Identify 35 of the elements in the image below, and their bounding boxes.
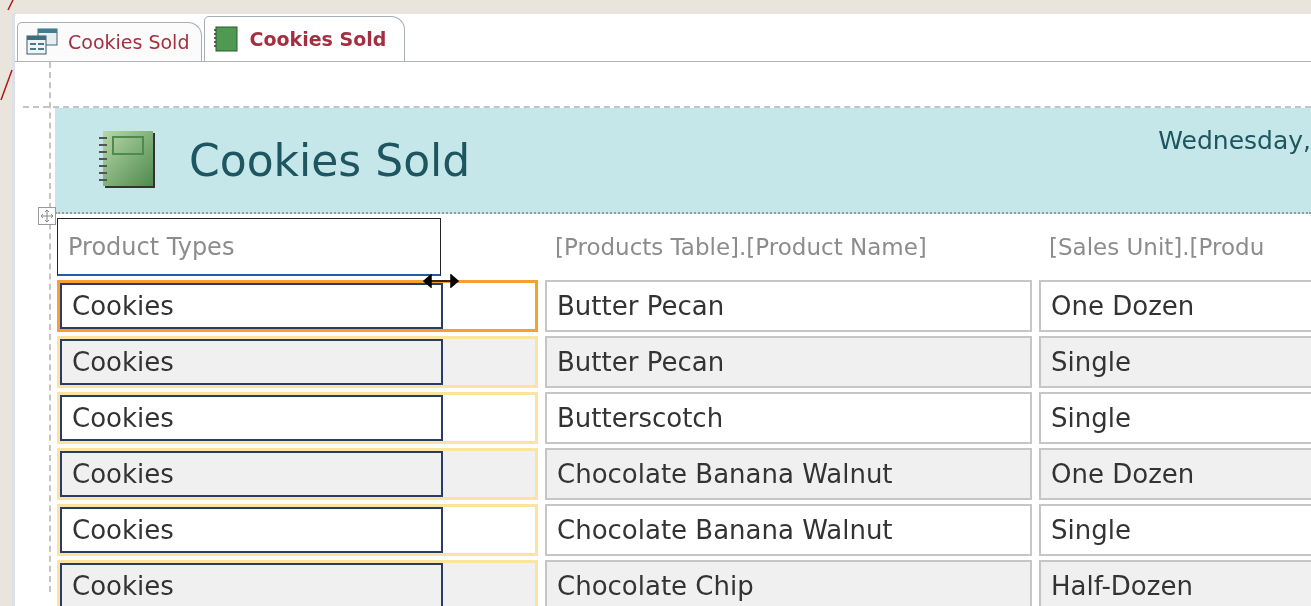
datasheet-icon bbox=[26, 28, 58, 56]
text-box[interactable]: Cookies bbox=[60, 395, 443, 441]
text-box[interactable]: Chocolate Banana Walnut bbox=[545, 448, 1032, 500]
group-frame[interactable]: Cookies bbox=[57, 504, 538, 556]
column-label: [Sales Unit].[Produ bbox=[1048, 233, 1266, 262]
group-frame[interactable]: Cookies bbox=[57, 336, 538, 388]
text-box[interactable]: Chocolate Banana Walnut bbox=[545, 504, 1032, 556]
group-frame[interactable]: Cookies bbox=[57, 448, 538, 500]
text-box[interactable]: Cookies bbox=[60, 283, 443, 329]
group-frame[interactable]: Cookies bbox=[57, 280, 538, 332]
text-box[interactable]: One Dozen bbox=[1039, 280, 1311, 332]
text-box[interactable]: Single bbox=[1039, 336, 1311, 388]
report-title: Cookies Sold bbox=[189, 134, 471, 186]
date-field: Wednesday, bbox=[1158, 126, 1311, 155]
text-box[interactable]: Half-Dozen bbox=[1039, 560, 1311, 606]
text-box[interactable]: Butterscotch bbox=[545, 392, 1032, 444]
text-box[interactable]: One Dozen bbox=[1039, 448, 1311, 500]
resize-cursor-icon bbox=[423, 274, 459, 288]
text-box[interactable]: Butter Pecan bbox=[545, 336, 1032, 388]
text-box[interactable]: Cookies bbox=[60, 339, 443, 385]
text-box[interactable]: Chocolate Chip bbox=[545, 560, 1032, 606]
document-tab[interactable]: Cookies Sold bbox=[17, 22, 203, 61]
move-handle-icon[interactable] bbox=[38, 207, 56, 225]
text-box[interactable]: Cookies bbox=[60, 507, 443, 553]
column-label: [Products Table].[Product Name] bbox=[554, 233, 928, 262]
notebook-icon bbox=[213, 26, 240, 52]
text-box[interactable]: Butter Pecan bbox=[545, 280, 1032, 332]
text-box[interactable]: Cookies bbox=[60, 451, 443, 497]
column-label: Product Types bbox=[57, 218, 441, 276]
text-box[interactable]: Single bbox=[1039, 504, 1311, 556]
group-frame[interactable]: Cookies bbox=[57, 560, 538, 606]
text-box[interactable]: Single bbox=[1039, 392, 1311, 444]
document-tab[interactable]: Cookies Sold bbox=[204, 16, 406, 61]
group-frame[interactable]: Cookies bbox=[57, 392, 538, 444]
text-box[interactable]: Cookies bbox=[60, 563, 443, 606]
